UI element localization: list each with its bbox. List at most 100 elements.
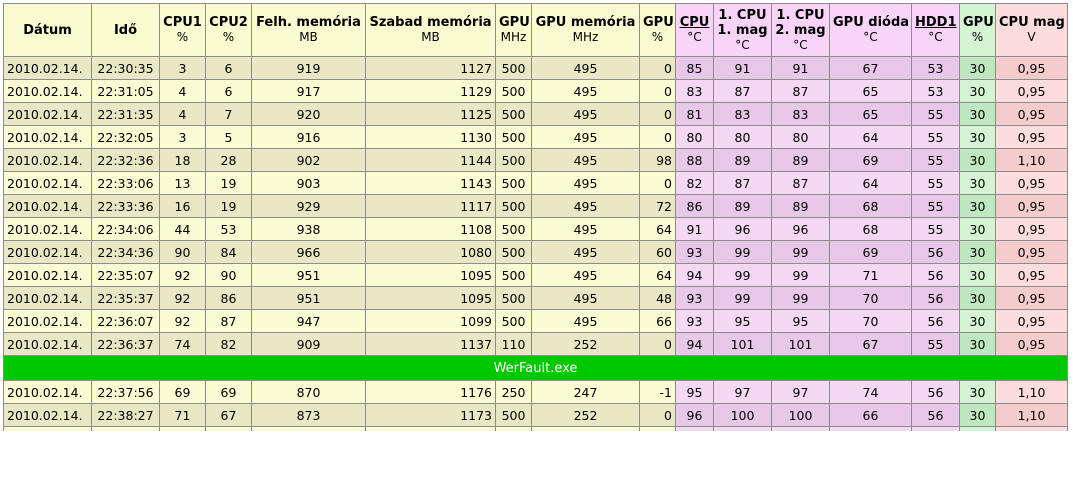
table-row[interactable]: 2010.02.14. 22:34:36 90 84 966 1080 500 495 60 93… <box>3 240 1068 264</box>
cell-used-memory: 917 <box>251 79 366 103</box>
cell-gpu-clock: 250 <box>495 380 532 404</box>
col-free-memory-header[interactable]: Szabad memória MB <box>365 3 496 57</box>
cell-cpu-voltage: 0,95 <box>995 240 1068 264</box>
table-row[interactable]: 2010.02.14. 22:32:36 18 28 902 1144 500 495 98 88… <box>3 148 1068 172</box>
col-cpu1-header[interactable]: CPU1% <box>159 3 206 57</box>
cell-gpu-memory: 495 <box>531 263 640 287</box>
cell-gpu-load: 0 <box>639 56 676 80</box>
table-row[interactable]: 2010.02.14. 22:37:56 69 69 870 1176 250 247 -1 95… <box>3 380 1068 404</box>
header-label: GPU memória <box>535 15 636 30</box>
col-gpu-diode-header[interactable]: GPU dióda °C <box>829 3 912 57</box>
cell-cpu2: 84 <box>205 240 252 264</box>
header-label: GPU <box>643 15 674 30</box>
col-gpu-fan-header[interactable]: GPU% <box>959 3 996 57</box>
cell-gpu-clock: 500 <box>495 102 532 126</box>
cell-cpu2: 6 <box>205 79 252 103</box>
cell-hdd1-temp: 55 <box>911 171 960 195</box>
cell-hdd1-temp: 53 <box>911 79 960 103</box>
cell-hdd1-temp: 56 <box>911 403 960 427</box>
col-core1-temp-header[interactable]: 1. CPU 1. mag °C <box>713 3 772 57</box>
cell-free-memory: 1125 <box>365 102 496 126</box>
cell-cpu-voltage: 1,10 <box>995 148 1068 172</box>
cell-cpu-temp: 82 <box>675 171 714 195</box>
cell-cpu1: 16 <box>159 194 206 218</box>
header-unit: MB <box>421 30 440 44</box>
table-row[interactable]: 2010.02.14. 22:32:05 3 5 916 1130 500 495 0 80 80 8… <box>3 125 1068 149</box>
table-row[interactable]: 2010.02.14. 22:38:27 71 67 873 1173 500 252 0 96 1… <box>3 403 1068 427</box>
cell-core2-temp: 100 <box>771 403 830 427</box>
header-unit: °C <box>687 30 702 44</box>
partial-cell <box>771 426 830 431</box>
cell-free-memory: 1129 <box>365 79 496 103</box>
cell-cpu2: 53 <box>205 217 252 241</box>
cell-hdd1-temp: 56 <box>911 380 960 404</box>
cell-gpu-memory: 495 <box>531 56 640 80</box>
partial-cell <box>639 426 676 431</box>
cell-cpu1: 90 <box>159 240 206 264</box>
header-label: CPU <box>679 15 710 30</box>
header-label: GPU <box>499 15 530 30</box>
cell-gpu-fan: 30 <box>959 79 996 103</box>
table-row[interactable]: 2010.02.14. 22:36:37 74 82 909 1137 110 252 0 94 1… <box>3 332 1068 356</box>
cell-date: 2010.02.14. <box>3 79 92 103</box>
table-row[interactable]: 2010.02.14. 22:30:35 3 6 919 1127 500 495 0 85 91 9… <box>3 56 1068 80</box>
cell-date: 2010.02.14. <box>3 240 92 264</box>
col-used-memory-header[interactable]: Felh. memória MB <box>251 3 366 57</box>
cell-gpu-memory: 495 <box>531 171 640 195</box>
cell-free-memory: 1143 <box>365 171 496 195</box>
cell-core1-temp: 91 <box>713 56 772 80</box>
cell-used-memory: 951 <box>251 286 366 310</box>
cell-core2-temp: 89 <box>771 148 830 172</box>
cell-core2-temp: 99 <box>771 286 830 310</box>
cell-gpu-diode: 69 <box>829 148 912 172</box>
cell-free-memory: 1080 <box>365 240 496 264</box>
cell-gpu-memory: 495 <box>531 217 640 241</box>
cell-gpu-diode: 67 <box>829 56 912 80</box>
cell-gpu-load: 0 <box>639 79 676 103</box>
table-row[interactable]: 2010.02.14. 22:36:07 92 87 947 1099 500 495 66 93… <box>3 309 1068 333</box>
cell-cpu-temp: 95 <box>675 380 714 404</box>
cell-date: 2010.02.14. <box>3 332 92 356</box>
cell-cpu-temp: 93 <box>675 240 714 264</box>
table-row[interactable]: 2010.02.14. 22:35:07 92 90 951 1095 500 495 64 94… <box>3 263 1068 287</box>
col-cpu2-header[interactable]: CPU2% <box>205 3 252 57</box>
event-row[interactable]: WerFault.exe <box>3 355 1068 381</box>
table-row[interactable]: 2010.02.14. 22:31:35 4 7 920 1125 500 495 0 81 83 8… <box>3 102 1068 126</box>
cell-gpu-memory: 495 <box>531 102 640 126</box>
cell-used-memory: 929 <box>251 194 366 218</box>
cell-gpu-fan: 30 <box>959 403 996 427</box>
cell-gpu-clock: 500 <box>495 79 532 103</box>
col-hdd1-temp-header[interactable]: HDD1 °C <box>911 3 960 57</box>
cell-time: 22:32:36 <box>91 148 160 172</box>
cell-core2-temp: 89 <box>771 194 830 218</box>
cell-cpu1: 18 <box>159 148 206 172</box>
col-gpu-clock-header[interactable]: GPU MHz <box>495 3 532 57</box>
col-date-header[interactable]: Dátum <box>3 3 92 57</box>
cell-cpu1: 3 <box>159 56 206 80</box>
cell-used-memory: 938 <box>251 217 366 241</box>
table-row[interactable]: 2010.02.14. 22:31:05 4 6 917 1129 500 495 0 83 87 8… <box>3 79 1068 103</box>
col-gpu-load-header[interactable]: GPU% <box>639 3 676 57</box>
cell-gpu-fan: 30 <box>959 309 996 333</box>
col-core2-temp-header[interactable]: 1. CPU 2. mag °C <box>771 3 830 57</box>
col-cpu-temp-header[interactable]: CPU °C <box>675 3 714 57</box>
partial-cell <box>251 426 366 431</box>
col-time-header[interactable]: Idő <box>91 3 160 57</box>
header-label: Dátum <box>23 22 72 38</box>
header-label: Felh. memória <box>256 15 361 30</box>
cell-core1-temp: 99 <box>713 240 772 264</box>
col-cpu-voltage-header[interactable]: CPU mag V <box>995 3 1068 57</box>
cell-cpu2: 90 <box>205 263 252 287</box>
table-row[interactable]: 2010.02.14. 22:33:36 16 19 929 1117 500 495 72 86… <box>3 194 1068 218</box>
cell-core1-temp: 99 <box>713 286 772 310</box>
cell-cpu-temp: 94 <box>675 263 714 287</box>
table-row[interactable]: 2010.02.14. 22:34:06 44 53 938 1108 500 495 64 91… <box>3 217 1068 241</box>
col-gpu-memory-header[interactable]: GPU memória MHz <box>531 3 640 57</box>
cell-time: 22:32:05 <box>91 125 160 149</box>
table-row[interactable]: 2010.02.14. 22:35:37 92 86 951 1095 500 495 48 93… <box>3 286 1068 310</box>
cell-used-memory: 873 <box>251 403 366 427</box>
cell-gpu-diode: 64 <box>829 125 912 149</box>
cell-free-memory: 1173 <box>365 403 496 427</box>
cell-date: 2010.02.14. <box>3 125 92 149</box>
table-row[interactable]: 2010.02.14. 22:33:06 13 19 903 1143 500 495 0 82 8… <box>3 171 1068 195</box>
